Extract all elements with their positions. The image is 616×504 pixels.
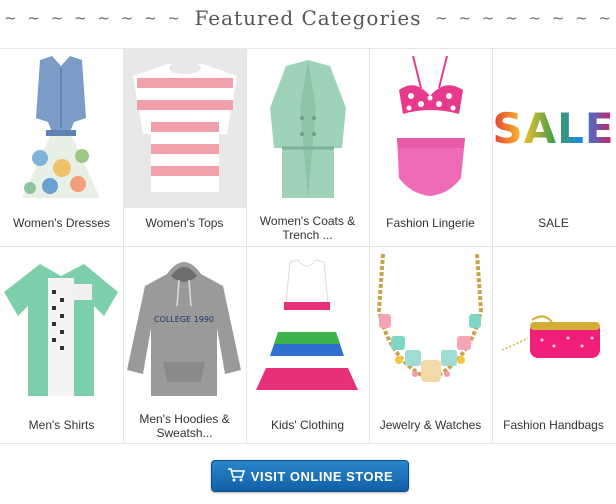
- category-label[interactable]: Kids' Clothing: [246, 418, 369, 432]
- womens-dress-image[interactable]: [0, 48, 123, 208]
- category-mens-shirts[interactable]: Men's Shirts: [0, 246, 124, 443]
- sale-graphic-text: SALE: [492, 103, 615, 153]
- necklace-image[interactable]: [369, 250, 492, 410]
- hoodie-print-text: COLLEGE 1990: [154, 315, 214, 324]
- category-sale[interactable]: SALE SALE: [492, 48, 615, 246]
- category-label[interactable]: Women's Tops: [123, 216, 246, 230]
- womens-coat-image[interactable]: [246, 48, 369, 208]
- category-womens-dresses[interactable]: Women's Dresses: [0, 48, 124, 246]
- sale-image[interactable]: SALE: [492, 48, 615, 208]
- category-grid: Women's Dresses Women's Tops Women's Coa…: [0, 48, 616, 444]
- category-label[interactable]: SALE: [492, 216, 615, 230]
- button-label: VISIT ONLINE STORE: [250, 468, 394, 484]
- section-title: Featured Categories: [0, 6, 616, 30]
- mens-shirt-image[interactable]: [0, 250, 123, 410]
- category-label[interactable]: Women's Dresses: [0, 216, 123, 230]
- category-kids-clothing[interactable]: Kids' Clothing: [246, 246, 370, 443]
- section-header: ~ ~ ~ ~ ~ ~ ~ ~ ~ ~ ~ ~ ~ ~ ~ ~ ~ ~ ~ ~ …: [0, 0, 616, 40]
- lingerie-image[interactable]: [369, 48, 492, 208]
- category-womens-coats[interactable]: Women's Coats & Trench ...: [246, 48, 370, 246]
- category-fashion-handbags[interactable]: Fashion Handbags: [492, 246, 615, 443]
- cart-icon: [227, 467, 245, 485]
- kids-dress-image[interactable]: [246, 250, 369, 410]
- handbag-image[interactable]: [492, 250, 615, 410]
- visit-online-store-button[interactable]: VISIT ONLINE STORE: [211, 460, 409, 492]
- category-label[interactable]: Jewelry & Watches: [369, 418, 492, 432]
- mens-hoodie-image[interactable]: COLLEGE 1990: [123, 250, 246, 410]
- category-womens-tops[interactable]: Women's Tops: [123, 48, 247, 246]
- category-label[interactable]: Men's Hoodies & Sweatsh...: [123, 412, 246, 440]
- category-label[interactable]: Fashion Handbags: [492, 418, 615, 432]
- category-fashion-lingerie[interactable]: Fashion Lingerie: [369, 48, 493, 246]
- category-label[interactable]: Men's Shirts: [0, 418, 123, 432]
- category-jewelry-watches[interactable]: Jewelry & Watches: [369, 246, 493, 443]
- category-label[interactable]: Fashion Lingerie: [369, 216, 492, 230]
- category-mens-hoodies[interactable]: COLLEGE 1990 Men's Hoodies & Sweatsh...: [123, 246, 247, 443]
- womens-top-image[interactable]: [123, 48, 246, 208]
- category-label[interactable]: Women's Coats & Trench ...: [246, 214, 369, 242]
